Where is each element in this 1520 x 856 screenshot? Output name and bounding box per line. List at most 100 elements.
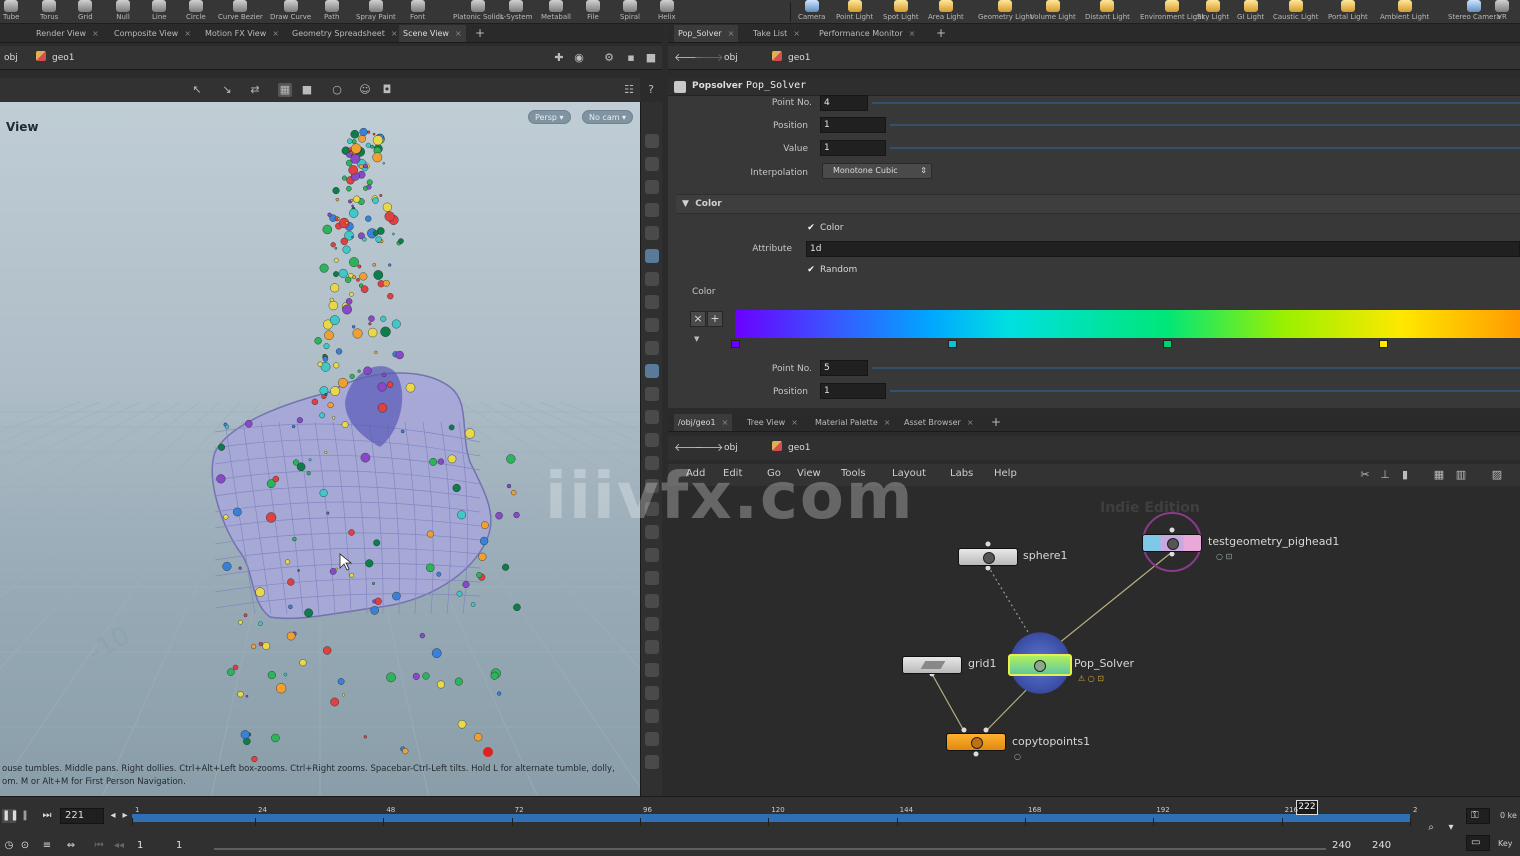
- forward-arrow-icon[interactable]: 🡒: [694, 441, 724, 455]
- tab-tree-view[interactable]: Tree View ×: [743, 414, 802, 431]
- menu-go[interactable]: Go: [767, 468, 781, 479]
- menu-layout[interactable]: Layout: [892, 468, 926, 479]
- interpolation-dropdown[interactable]: Monotone Cubic ⇕: [822, 163, 932, 179]
- display-option-icon[interactable]: [645, 295, 659, 309]
- node-sphere1[interactable]: [958, 548, 1018, 566]
- display-option-icon[interactable]: [645, 226, 659, 240]
- scene-viewport[interactable]: -10 View Persp ▾ No cam ▾ ouse tumbles. …: [0, 102, 640, 796]
- shelf-tool-spot-light[interactable]: Spot Light: [883, 0, 919, 23]
- shelf-tool-torus[interactable]: Torus: [40, 0, 58, 23]
- tab-composite-view[interactable]: Composite View ×: [110, 25, 195, 42]
- shelf-tool-l-system[interactable]: L-System: [500, 0, 532, 23]
- shelf-tool-geometry-light[interactable]: Geometry Light: [978, 0, 1033, 23]
- clock-icon[interactable]: ⊙: [18, 839, 32, 853]
- display-option-icon[interactable]: [645, 456, 659, 470]
- display-option-icon[interactable]: [645, 341, 659, 355]
- menu-help[interactable]: Help: [994, 468, 1017, 479]
- display-option-icon[interactable]: [645, 732, 659, 746]
- toolbar-options-icon[interactable]: ☷: [622, 83, 636, 97]
- display-option-icon[interactable]: [645, 755, 659, 769]
- display-option-icon[interactable]: [645, 479, 659, 493]
- position-field-2[interactable]: 1: [820, 383, 886, 399]
- shelf-tool-point-light[interactable]: Point Light: [836, 0, 873, 23]
- pose-tool-icon[interactable]: ■: [300, 83, 314, 97]
- camera-dropdown[interactable]: No cam ▾: [582, 110, 634, 124]
- display-option-icon[interactable]: [645, 617, 659, 631]
- pause-button[interactable]: ❚❚: [2, 809, 19, 823]
- shelf-tool-circle[interactable]: Circle: [186, 0, 206, 23]
- key-toggle[interactable]: ⚿: [1466, 808, 1490, 824]
- camera-tool-icon[interactable]: ☺: [358, 83, 372, 97]
- close-tab-icon[interactable]: ×: [391, 29, 398, 38]
- ramp-add-button[interactable]: +: [707, 311, 723, 327]
- shelf-tool-null[interactable]: Null: [116, 0, 130, 23]
- menu-labs[interactable]: Labs: [950, 468, 973, 479]
- tab-take-list[interactable]: Take List ×: [749, 25, 804, 42]
- network-path-root[interactable]: obj: [724, 441, 738, 455]
- range-mode-icon[interactable]: ⇔: [64, 839, 78, 853]
- shelf-tool-line[interactable]: Line: [152, 0, 167, 23]
- grid-view-icon[interactable]: ▦: [1432, 468, 1446, 482]
- tab-asset-browser[interactable]: Asset Browser ×: [900, 414, 978, 431]
- ramp-key-marker[interactable]: [947, 340, 957, 348]
- shelf-tool-camera[interactable]: Camera: [798, 0, 825, 23]
- display-option-icon[interactable]: [645, 433, 659, 447]
- path-root[interactable]: obj: [4, 51, 18, 65]
- shelf-tool-curve-bezier[interactable]: Curve Bezier: [218, 0, 263, 23]
- tab-geometry-spreadsheet[interactable]: Geometry Spreadsheet ×: [288, 25, 402, 42]
- add-tab-button[interactable]: +: [475, 25, 485, 42]
- menu-tools[interactable]: Tools: [841, 468, 866, 479]
- scope-search-icon[interactable]: ⌕: [1424, 821, 1438, 835]
- point-no-slider[interactable]: [872, 102, 1520, 104]
- back-arrow-icon[interactable]: 🡐: [674, 441, 704, 455]
- shelf-tool-area-light[interactable]: Area Light: [928, 0, 964, 23]
- node-port[interactable]: [985, 565, 991, 571]
- shelf-tool-portal-light[interactable]: Portal Light: [1328, 0, 1368, 23]
- back-arrow-icon[interactable]: 🡐: [674, 51, 704, 65]
- shelf-tool-helix[interactable]: Helix: [658, 0, 676, 23]
- range-start-2[interactable]: 1: [176, 840, 182, 851]
- node-port[interactable]: [985, 541, 991, 547]
- tab-material-palette[interactable]: Material Palette ×: [811, 414, 894, 431]
- shelf-tool-sky-light[interactable]: Sky Light: [1197, 0, 1229, 23]
- render-region-icon[interactable]: ◘: [380, 83, 394, 97]
- playback-range-bar[interactable]: [214, 848, 1326, 850]
- display-option-icon[interactable]: [645, 686, 659, 700]
- shelf-tool-metaball[interactable]: Metaball: [541, 0, 571, 23]
- realtime-icon[interactable]: ◷: [2, 839, 16, 853]
- close-tab-icon[interactable]: ×: [455, 29, 462, 38]
- snap-icon[interactable]: ▪: [624, 51, 638, 65]
- end-frame-button[interactable]: ⏭: [40, 809, 54, 823]
- display-option-icon[interactable]: [645, 203, 659, 217]
- close-tab-icon[interactable]: ×: [728, 29, 735, 38]
- display-option-icon[interactable]: [645, 709, 659, 723]
- tree-layout-icon[interactable]: ⊥: [1378, 468, 1392, 482]
- shelf-tool-file[interactable]: File: [586, 0, 600, 23]
- shelf-tool-gi-light[interactable]: GI Light: [1237, 0, 1264, 23]
- random-toggle[interactable]: ✔ Random: [806, 265, 857, 275]
- range-end[interactable]: 240: [1332, 840, 1351, 851]
- display-option-icon[interactable]: [645, 134, 659, 148]
- position-slider[interactable]: [890, 124, 1520, 126]
- close-tab-icon[interactable]: ×: [184, 29, 191, 38]
- ramp-key-marker[interactable]: [1162, 340, 1172, 348]
- node-copytopoints1[interactable]: [946, 733, 1006, 751]
- color-ramp[interactable]: [731, 310, 1520, 348]
- close-tab-icon[interactable]: ×: [272, 29, 279, 38]
- params-path-root[interactable]: obj: [724, 51, 738, 65]
- shelf-tool-environment-light[interactable]: Environment Light: [1140, 0, 1204, 23]
- close-tab-icon[interactable]: ×: [791, 418, 798, 427]
- attribute-field[interactable]: 1d: [806, 241, 1520, 257]
- shelf-tool-spiral[interactable]: Spiral: [620, 0, 640, 23]
- node-popsolver[interactable]: [1008, 654, 1072, 676]
- close-tab-icon[interactable]: ×: [967, 418, 974, 427]
- point-no-field[interactable]: 4: [820, 95, 868, 111]
- point-no-slider-2[interactable]: [872, 367, 1520, 369]
- first-frame-button[interactable]: ⏮: [92, 839, 106, 853]
- shelf-tool-draw-curve[interactable]: Draw Curve: [270, 0, 311, 23]
- value-field[interactable]: 1: [820, 140, 886, 156]
- shelf-tool-path[interactable]: Path: [324, 0, 339, 23]
- add-tab-button[interactable]: +: [936, 25, 946, 42]
- display-option-icon[interactable]: [645, 157, 659, 171]
- display-option-icon[interactable]: [645, 594, 659, 608]
